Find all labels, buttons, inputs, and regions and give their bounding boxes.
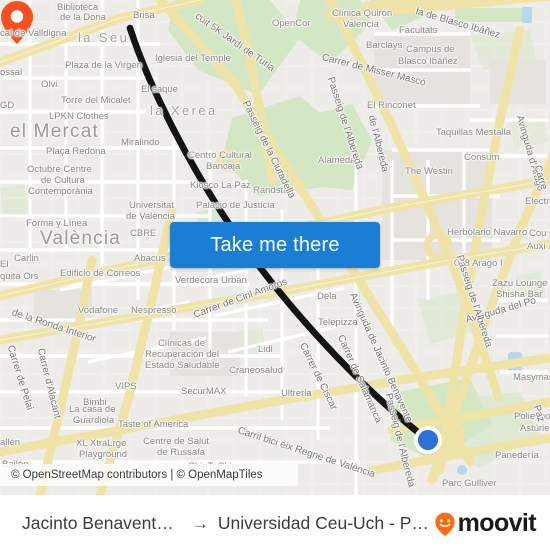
moovit-logo[interactable]: moovit <box>432 509 550 538</box>
take-me-there-button[interactable]: Take me there <box>170 222 380 268</box>
trip-summary[interactable]: Jacinto Benavente - ... → Universidad Ce… <box>0 513 432 534</box>
trip-origin-label: Jacinto Benavente - ... <box>22 513 183 533</box>
destination-dot-marker[interactable] <box>414 426 442 454</box>
trip-footer-bar: Jacinto Benavente - ... → Universidad Ce… <box>0 495 550 550</box>
trip-destination-label: Universidad Ceu-Uch - Pala... <box>217 513 432 533</box>
moovit-pin-icon <box>434 512 455 536</box>
origin-pin-icon[interactable] <box>0 0 34 45</box>
arrow-right-icon: → <box>191 513 209 533</box>
map-canvas[interactable]: Biblioteca de la Dona Brisa cal de Valldign… <box>0 0 550 495</box>
moovit-trip-map-screen: Biblioteca de la Dona Brisa cal de Valldign… <box>0 0 550 550</box>
moovit-wordmark: moovit <box>457 509 537 537</box>
